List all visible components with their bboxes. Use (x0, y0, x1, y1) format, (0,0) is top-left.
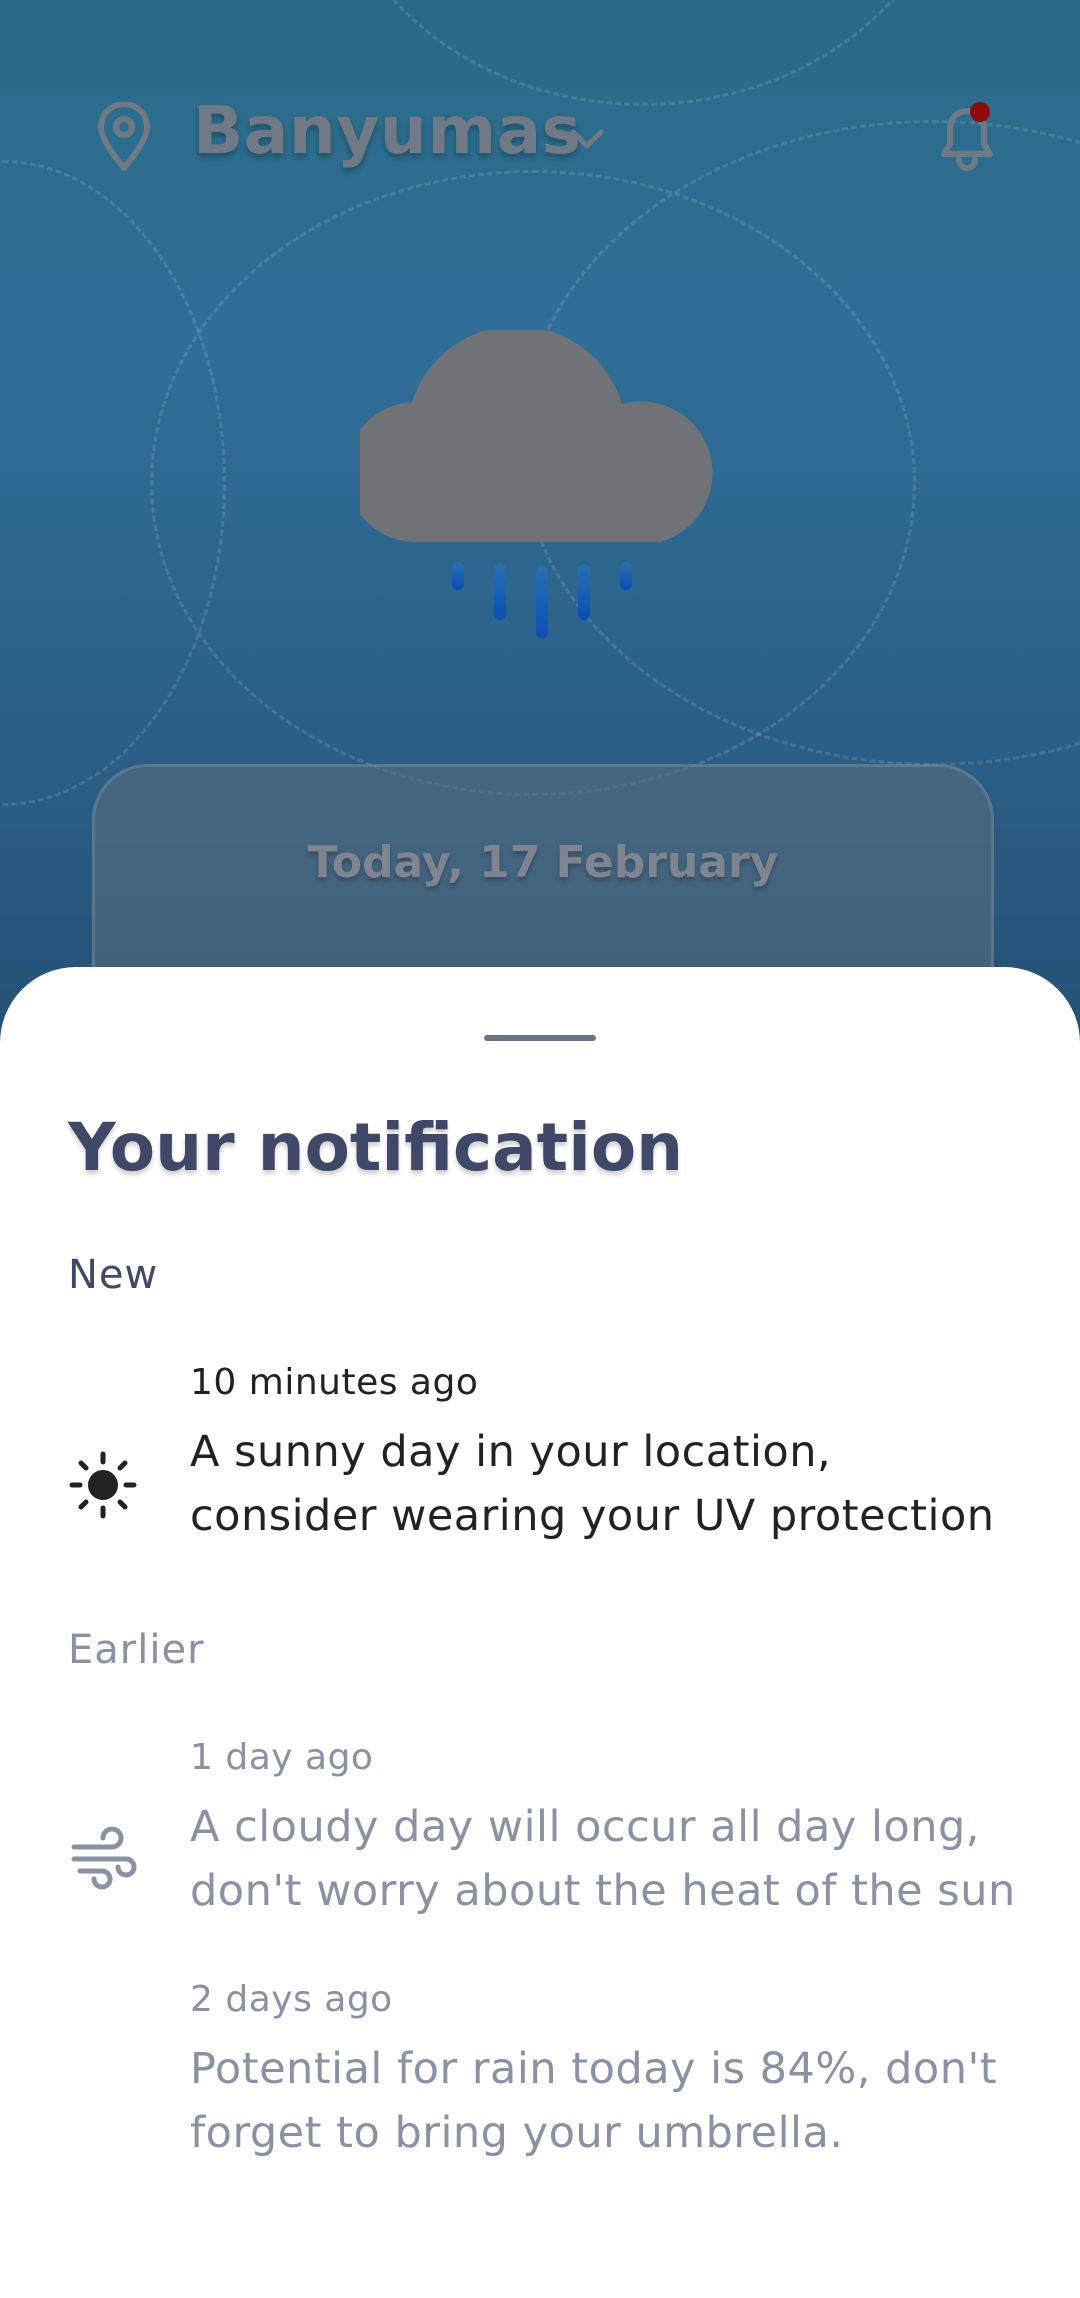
notification-time: 10 minutes ago (190, 1362, 479, 1403)
notification-sheet: Your notification New 10 minutes ago A s… (0, 967, 1080, 2298)
notification-item[interactable]: 1 day ago A cloudy day will occur all da… (0, 1737, 1080, 1937)
notification-badge (970, 102, 990, 122)
sheet-title: Your notification (68, 1109, 684, 1186)
top-bar: Banyumas (95, 92, 1000, 182)
weather-background: Banyumas Today, 17 February (0, 0, 1080, 1100)
chevron-down-icon[interactable] (565, 118, 609, 162)
notification-time: 2 days ago (190, 1979, 393, 2020)
wind-icon (71, 1826, 137, 1890)
sun-icon (69, 1451, 137, 1519)
notification-time: 1 day ago (190, 1737, 374, 1778)
notification-message: A cloudy day will occur all day long, do… (190, 1802, 1016, 1916)
location-pin-icon[interactable] (95, 102, 153, 172)
forecast-date: Today, 17 February (307, 837, 779, 888)
notification-item[interactable]: 10 minutes ago A sunny day in your locat… (0, 1362, 1080, 1562)
notification-item[interactable]: 2 days ago Potential for rain today is 8… (0, 1979, 1080, 2179)
section-new-label: New (68, 1252, 159, 1298)
location-name[interactable]: Banyumas (193, 92, 581, 169)
decorative-dashed-line (330, 0, 956, 106)
notification-message: Potential for rain today is 84%, don't f… (190, 2044, 998, 2158)
notification-message: A sunny day in your location, consider w… (190, 1427, 995, 1541)
sheet-drag-handle[interactable] (484, 1035, 596, 1041)
section-earlier-label: Earlier (68, 1627, 205, 1673)
bell-icon[interactable] (934, 98, 1000, 172)
rain-cloud-icon (360, 330, 713, 638)
